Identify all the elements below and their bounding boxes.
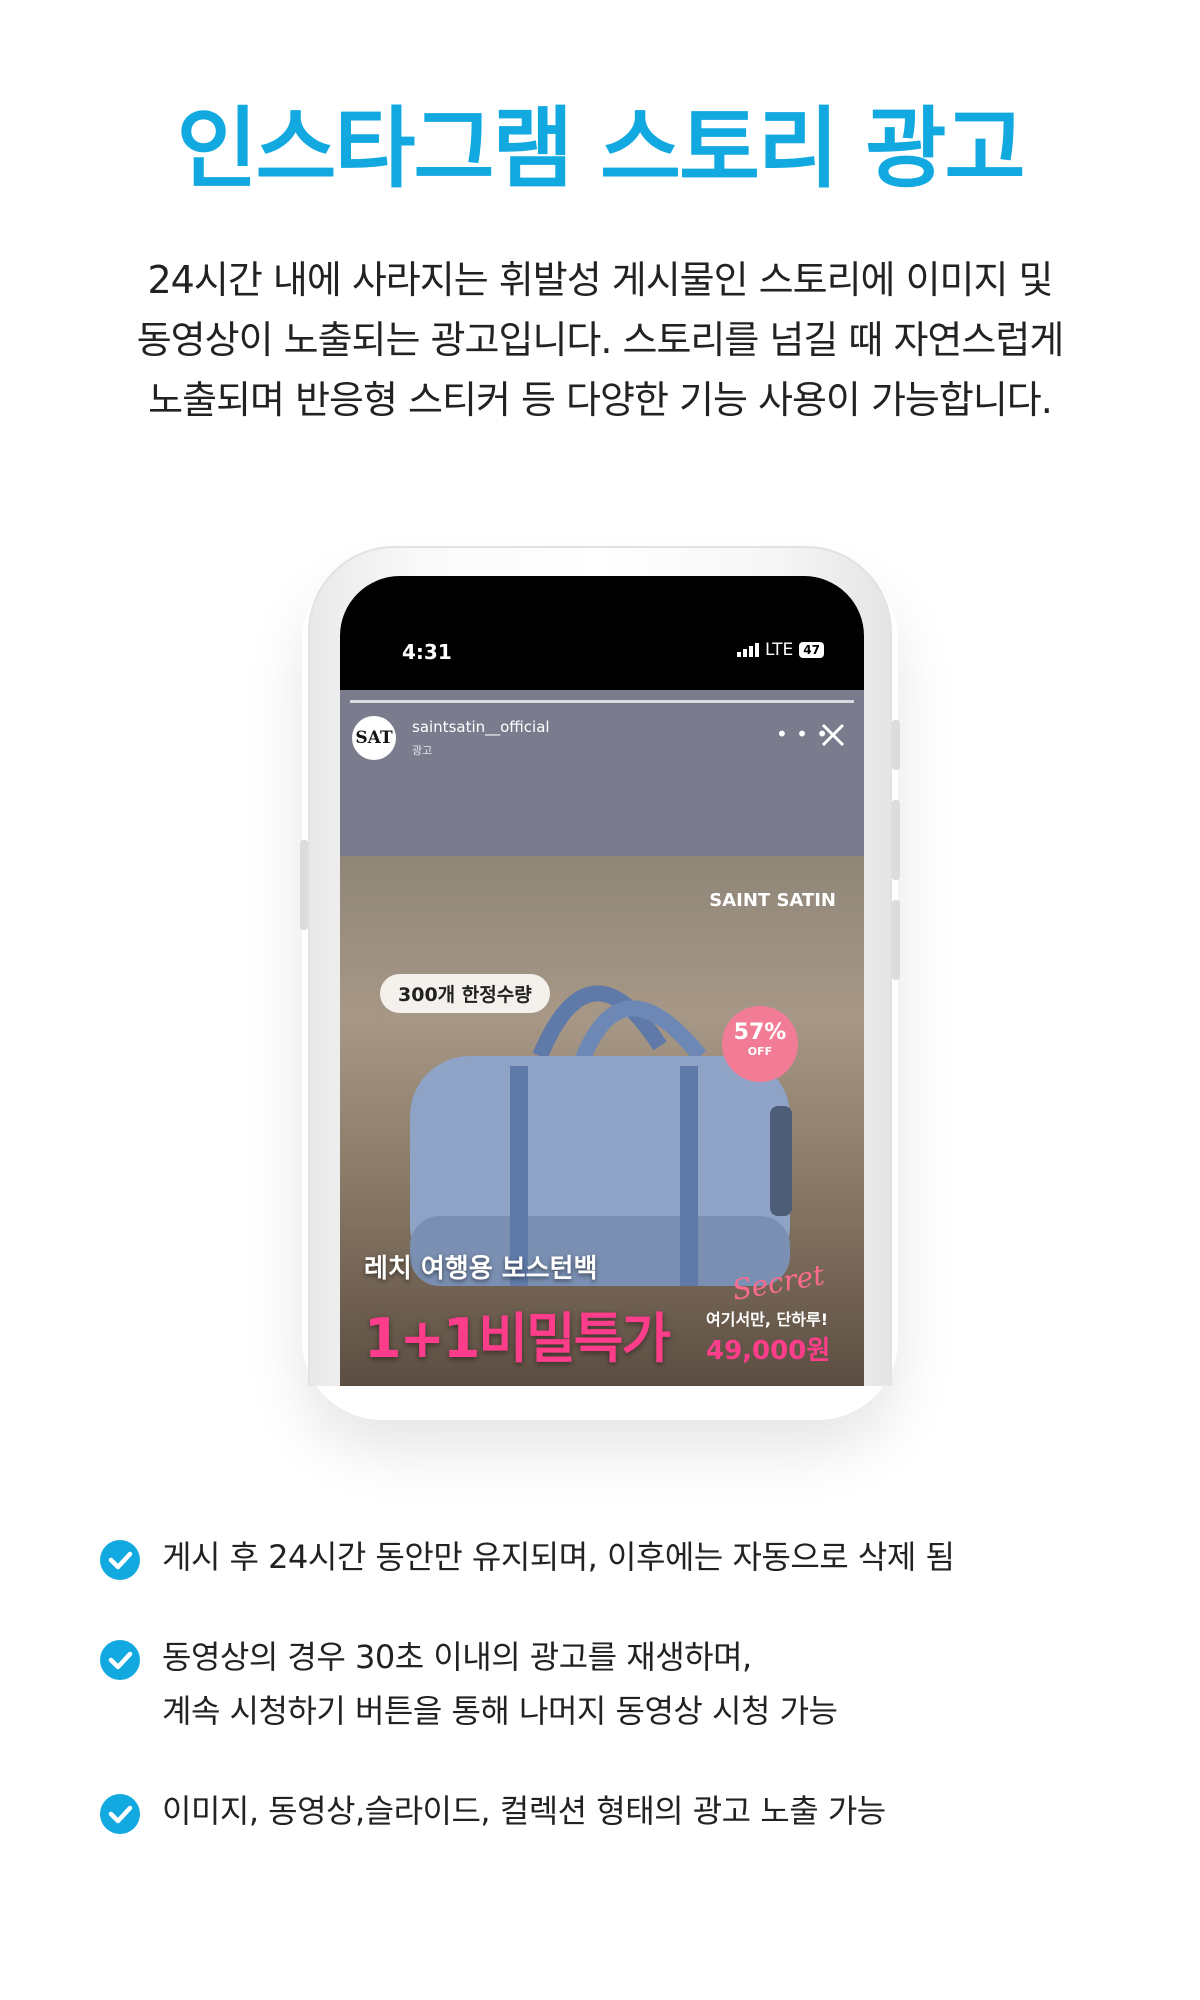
battery-icon: 47	[799, 642, 824, 658]
product-name: 레치 여행용 보스턴백	[364, 1254, 598, 1284]
feature-item: 이미지, 동영상,슬라이드, 컬렉션 형태의 광고 노출 가능	[100, 1784, 1140, 1838]
avatar[interactable]: SAT	[352, 716, 396, 760]
status-bar-right: LTE 47	[737, 640, 824, 660]
check-circle-icon	[100, 1794, 140, 1834]
price-caption: 여기서만, 단하루!	[706, 1310, 828, 1329]
feature-text: 계속 시청하기 버튼을 통해 나머지 동영상 시청 가능	[162, 1692, 838, 1730]
network-label: LTE	[765, 640, 794, 660]
intro-line: 24시간 내에 사라지는 휘발성 게시물인 스토리에 이미지 및	[147, 258, 1054, 302]
sponsored-label: 광고	[412, 744, 433, 757]
discount-off: OFF	[747, 1045, 773, 1058]
feature-item: 게시 후 24시간 동안만 유지되며, 이후에는 자동으로 삭제 됨	[100, 1530, 1140, 1584]
price: 49,000원	[706, 1336, 831, 1366]
phone-mockup: 4:31 LTE 47 SAT saintsatin__official 광고 …	[308, 546, 892, 1386]
phone-side-button	[892, 720, 900, 770]
intro-text: 24시간 내에 사라지는 휘발성 게시물인 스토리에 이미지 및 동영상이 노출…	[20, 250, 1180, 430]
limited-quantity-bubble: 300개 한정수량	[380, 974, 550, 1013]
feature-list: 게시 후 24시간 동안만 유지되며, 이후에는 자동으로 삭제 됨 동영상의 …	[100, 1530, 1140, 1884]
account-name[interactable]: saintsatin__official	[412, 718, 550, 736]
page-title: 인스타그램 스토리 광고	[176, 97, 1026, 200]
phone-side-button	[892, 900, 900, 980]
phone-side-button	[300, 840, 308, 930]
phone-side-button	[892, 800, 900, 880]
feature-text: 이미지, 동영상,슬라이드, 컬렉션 형태의 광고 노출 가능	[162, 1792, 886, 1830]
signal-icon	[737, 643, 760, 657]
promo-headline: 1+1비밀특가	[364, 1307, 671, 1370]
discount-badge: 57% OFF	[722, 1006, 798, 1082]
feature-item: 동영상의 경우 30초 이내의 광고를 재생하며, 계속 시청하기 버튼을 통해…	[100, 1630, 1140, 1738]
check-circle-icon	[100, 1640, 140, 1680]
feature-text: 게시 후 24시간 동안만 유지되며, 이후에는 자동으로 삭제 됨	[162, 1538, 955, 1576]
story-progress-bar	[350, 700, 854, 703]
intro-line: 동영상이 노출되는 광고입니다. 스토리를 넘길 때 자연스럽게	[136, 318, 1065, 362]
ad-creative[interactable]: SAINT SATIN 300개 한정수량 57% OFF 레치 여행용 보스턴…	[340, 856, 864, 1386]
brand-label: SAINT SATIN	[709, 890, 836, 911]
phone-notch	[452, 576, 752, 634]
status-time: 4:31	[402, 640, 452, 664]
feature-text: 동영상의 경우 30초 이내의 광고를 재생하며,	[162, 1638, 752, 1676]
phone-screen: 4:31 LTE 47 SAT saintsatin__official 광고 …	[340, 576, 864, 1386]
check-circle-icon	[100, 1540, 140, 1580]
intro-line: 노출되며 반응형 스티커 등 다양한 기능 사용이 가능합니다.	[148, 378, 1053, 422]
discount-percent: 57%	[733, 1020, 787, 1045]
story-view[interactable]: SAT saintsatin__official 광고 • • • SAINT	[340, 690, 864, 1386]
close-icon[interactable]	[818, 720, 848, 750]
